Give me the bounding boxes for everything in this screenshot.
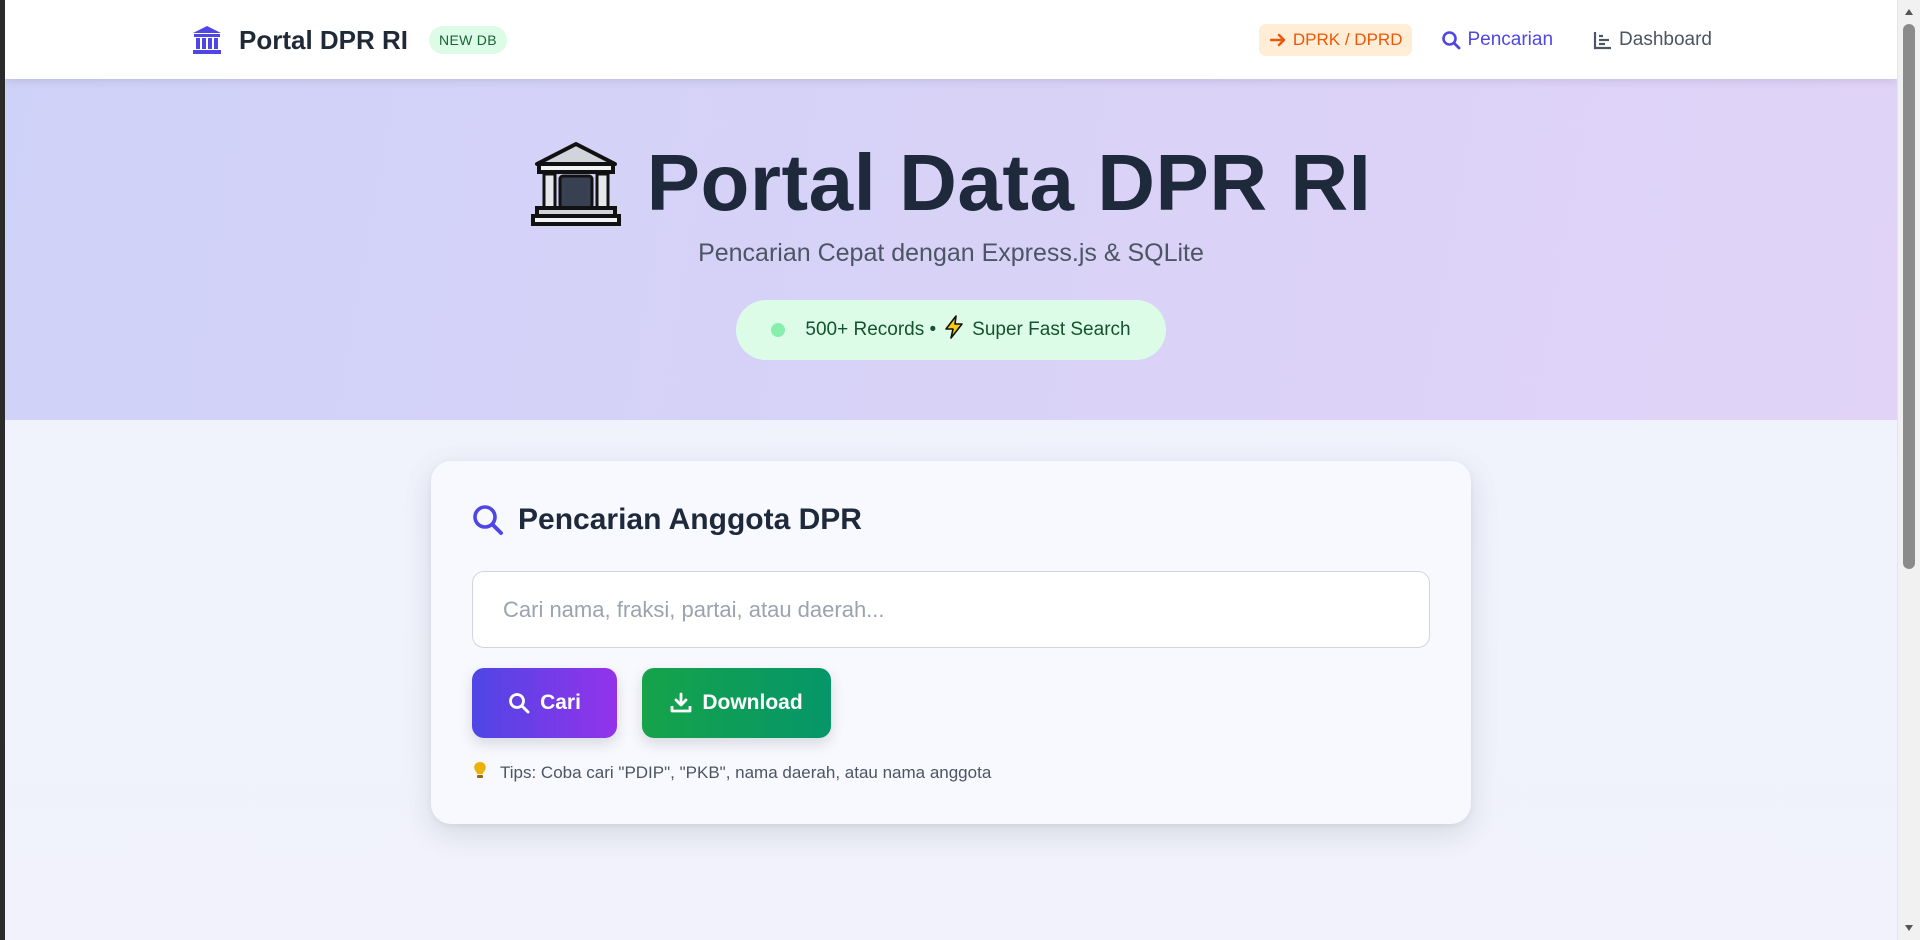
scroll-up-arrow-icon[interactable]: [1898, 2, 1920, 22]
classical-building-icon: [530, 138, 621, 228]
page-scrollbar[interactable]: [1897, 0, 1920, 940]
bank-icon: [190, 23, 224, 57]
status-dot-icon: [771, 323, 786, 337]
hero-title-row: Portal Data DPR RI: [5, 137, 1897, 229]
nav-link-dashboard-label: Dashboard: [1619, 29, 1712, 50]
search-card-header: Pencarian Anggota DPR: [472, 503, 862, 537]
page-viewport: Portal DPR RI NEW DB DPRK / DPRD Pencari…: [5, 0, 1897, 940]
search-icon: [509, 693, 530, 714]
download-icon: [670, 692, 692, 713]
records-count: 500+ Records •: [805, 319, 937, 340]
search-button-label: Cari: [540, 691, 581, 714]
brand-title: Portal DPR RI: [239, 24, 409, 55]
download-button-label: Download: [702, 691, 803, 714]
search-input[interactable]: [472, 571, 1430, 648]
lightbulb-icon: [472, 761, 488, 784]
chart-icon: [1593, 32, 1612, 50]
nav-link-pencarian[interactable]: Pencarian: [1441, 29, 1553, 51]
arrow-right-icon: [1269, 33, 1286, 47]
new-db-badge: NEW DB: [429, 26, 507, 54]
status-pill: 500+ Records • Super Fast Search: [736, 300, 1166, 360]
search-icon: [1442, 31, 1461, 50]
search-card-title: Pencarian Anggota DPR: [518, 503, 862, 536]
nav-link-pencarian-label: Pencarian: [1467, 29, 1554, 50]
nav-link-dprk-dprd[interactable]: DPRK / DPRD: [1258, 24, 1413, 56]
search-button[interactable]: Cari: [472, 668, 617, 738]
navbar: Portal DPR RI NEW DB DPRK / DPRD Pencari…: [5, 0, 1897, 79]
search-tips-text: Tips: Coba cari "PDIP", "PKB", nama daer…: [500, 762, 992, 782]
nav-link-dashboard[interactable]: Dashboard: [1593, 29, 1712, 51]
hero-subtitle: Pencarian Cepat dengan Express.js & SQLi…: [698, 239, 1204, 267]
search-tips: Tips: Coba cari "PDIP", "PKB", nama daer…: [472, 761, 991, 784]
hero-section: Portal Data DPR RI Pencarian Cepat denga…: [5, 79, 1897, 420]
search-card: Pencarian Anggota DPR Cari Download: [431, 461, 1471, 824]
download-button[interactable]: Download: [642, 668, 831, 738]
scrollbar-thumb[interactable]: [1903, 24, 1915, 569]
speed-label: Super Fast Search: [972, 319, 1131, 340]
lightning-icon: [942, 315, 966, 345]
nav-links: DPRK / DPRD Pencarian Dashboard: [1258, 22, 1712, 58]
nav-link-dprk-dprd-label: DPRK / DPRD: [1292, 30, 1403, 49]
hero-title: Portal Data DPR RI: [646, 138, 1372, 227]
scroll-down-arrow-icon[interactable]: [1898, 918, 1920, 938]
search-icon: [473, 505, 503, 535]
brand[interactable]: Portal DPR RI NEW DB: [190, 20, 507, 60]
